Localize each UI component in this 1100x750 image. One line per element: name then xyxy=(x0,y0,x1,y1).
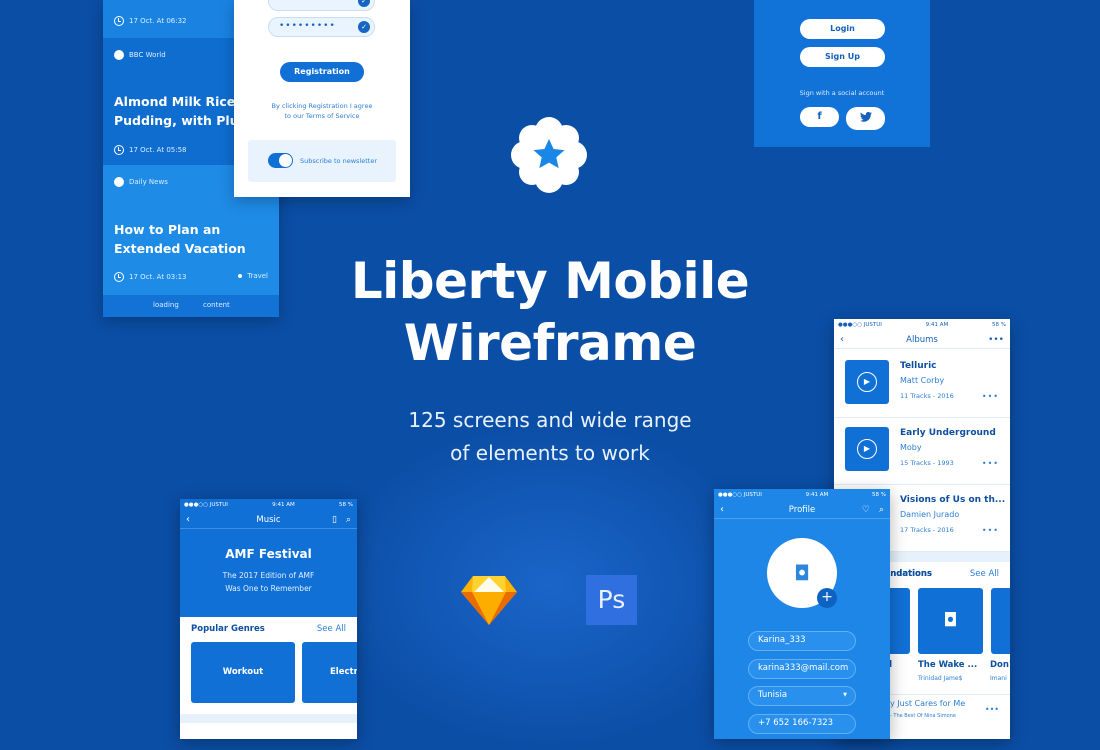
genre-card[interactable]: Electro xyxy=(302,642,357,703)
heart-icon[interactable]: ♡ xyxy=(862,505,870,515)
camera-icon: ◘ xyxy=(943,610,958,631)
album-row[interactable]: ▶ Early Underground Moby 15 Tracks - 1993 ••… xyxy=(834,419,1010,485)
facebook-button[interactable]: f xyxy=(800,107,839,127)
phone-field[interactable]: +7 652 166-7323 xyxy=(748,714,856,734)
back-icon[interactable]: ‹ xyxy=(720,504,724,515)
news-tag: Travel xyxy=(247,272,268,280)
rec-card[interactable]: ◘ xyxy=(918,588,983,654)
more-icon[interactable]: ••• xyxy=(985,705,999,714)
play-icon: ▶ xyxy=(857,439,877,459)
back-icon[interactable]: ‹ xyxy=(840,334,844,345)
signup-button[interactable]: Sign Up xyxy=(800,47,885,67)
hero-subtitle: 125 screens and wide range of elements to… xyxy=(408,408,692,465)
terms-text: By clicking Registration I agree to our T… xyxy=(271,102,373,120)
hero-title: AMF Festival xyxy=(225,547,312,561)
status-bar: ●●●○○ JUSTUI 9:41 AM 58 % xyxy=(838,322,1006,328)
country-select[interactable]: Tunisia ▼ xyxy=(748,686,856,706)
username-field[interactable]: Karina_333 xyxy=(748,631,856,651)
check-icon: ✓ xyxy=(358,0,370,7)
back-icon[interactable]: ‹ xyxy=(186,514,190,525)
section-title-visible-part: ndations xyxy=(890,569,932,579)
twitter-button[interactable] xyxy=(846,107,885,130)
news-time: 17 Oct. At 06:32 xyxy=(129,17,187,25)
album-row[interactable]: ▶ Telluric Matt Corby 11 Tracks - 2016 ••• xyxy=(834,352,1010,418)
nav-title: Albums xyxy=(906,334,938,345)
nav-bar: ‹ Albums ••• xyxy=(834,331,1010,349)
genre-card[interactable]: Workout xyxy=(191,642,295,703)
check-icon: ✓ xyxy=(358,21,370,33)
nav-title: Profile xyxy=(788,504,816,515)
music-screen: ●●●○○ JUSTUI 9:41 AM 58 % ‹ Music ▯ ⌕ AMF Fes… xyxy=(180,499,357,739)
rec-title: The Wake ... xyxy=(918,660,978,670)
photoshop-icon: Ps xyxy=(586,575,637,625)
password-field[interactable]: ••••••••• ✓ xyxy=(268,0,375,11)
email-field[interactable]: karina333@mail.com xyxy=(748,659,856,679)
search-icon[interactable]: ⌕ xyxy=(346,515,351,525)
login-button[interactable]: Login xyxy=(800,19,885,39)
song-title[interactable]: y Just Cares for Me xyxy=(890,699,965,708)
clock-icon xyxy=(114,145,124,155)
twitter-icon xyxy=(859,111,872,122)
registration-screen: ••••••••• ✓ ••••••••• ✓ Registration By cl… xyxy=(234,0,410,197)
source-icon xyxy=(114,50,124,60)
sketch-icon xyxy=(461,576,517,625)
section-title: Popular Genres xyxy=(191,624,265,634)
camera-icon: ◘ xyxy=(794,561,810,585)
song-subtitle: - The Best Of Nina Simone xyxy=(890,713,956,719)
nav-bar: ‹ Music ▯ ⌕ xyxy=(180,511,357,529)
rec-artist: Imani xyxy=(990,675,1007,682)
more-icon: ••• xyxy=(981,459,999,468)
news-time: 17 Oct. At 05:58 xyxy=(129,146,187,154)
footer-loading: loading xyxy=(153,301,179,309)
nav-bar: ‹ Profile ♡ ⌕ xyxy=(714,501,890,519)
rec-title: Don' xyxy=(990,660,1010,670)
news-title: Almond Milk Rice Pudding, with Plum xyxy=(114,94,252,128)
liberty-logo-badge xyxy=(511,117,587,193)
footer-content: content xyxy=(203,301,230,309)
news-source: Daily News xyxy=(129,178,168,186)
newsletter-label: Subscribe to newsletter xyxy=(300,157,377,165)
divider xyxy=(180,714,357,723)
news-source: BBC World xyxy=(129,51,166,59)
hero-title: Liberty Mobile Wireframe xyxy=(350,252,750,372)
see-all-link[interactable]: See All xyxy=(970,569,999,579)
dropdown-icon: ▼ xyxy=(843,692,847,698)
add-photo-icon[interactable]: + xyxy=(817,588,837,608)
clock-icon xyxy=(114,16,124,26)
news-time: 17 Oct. At 03:13 xyxy=(129,273,187,281)
login-screen: Login Sign Up Sign with a social account… xyxy=(754,0,930,147)
status-bar: ●●●○○ JUSTUI 9:41 AM 58 % xyxy=(718,492,886,498)
status-bar: ●●●○○ JUSTUI 9:41 AM 58 % xyxy=(184,502,353,508)
tag-dot-icon xyxy=(238,274,243,278)
newsletter-toggle[interactable] xyxy=(268,153,293,168)
hero-desc: The 2017 Edition of AMF Was One to Rememb… xyxy=(222,571,315,593)
clock-icon xyxy=(114,272,124,282)
rec-artist: Trinidad Jame$ xyxy=(918,675,963,682)
see-all-link[interactable]: See All xyxy=(317,624,346,634)
confirm-password-field[interactable]: ••••••••• ✓ xyxy=(268,17,375,37)
more-icon: ••• xyxy=(981,526,999,535)
news-footer: loading content xyxy=(103,295,279,317)
rec-card[interactable] xyxy=(991,588,1010,654)
news-title: How to Plan an Extended Vacation xyxy=(114,222,246,256)
profile-screen: ●●●○○ JUSTUI 9:41 AM 58 % ‹ Profile ♡ ⌕ ◘ + K… xyxy=(714,489,890,739)
registration-button[interactable]: Registration xyxy=(280,62,364,82)
play-icon: ▶ xyxy=(857,372,877,392)
source-icon xyxy=(114,177,124,187)
bookmark-icon[interactable]: ▯ xyxy=(332,515,337,525)
search-icon[interactable]: ⌕ xyxy=(879,505,884,515)
more-icon[interactable]: ••• xyxy=(988,335,1004,345)
newsletter-box: Subscribe to newsletter xyxy=(248,140,396,182)
facebook-icon: f xyxy=(817,111,822,122)
nav-title: Music xyxy=(256,514,281,525)
social-label: Sign with a social account xyxy=(799,89,885,97)
more-icon: ••• xyxy=(981,392,999,401)
